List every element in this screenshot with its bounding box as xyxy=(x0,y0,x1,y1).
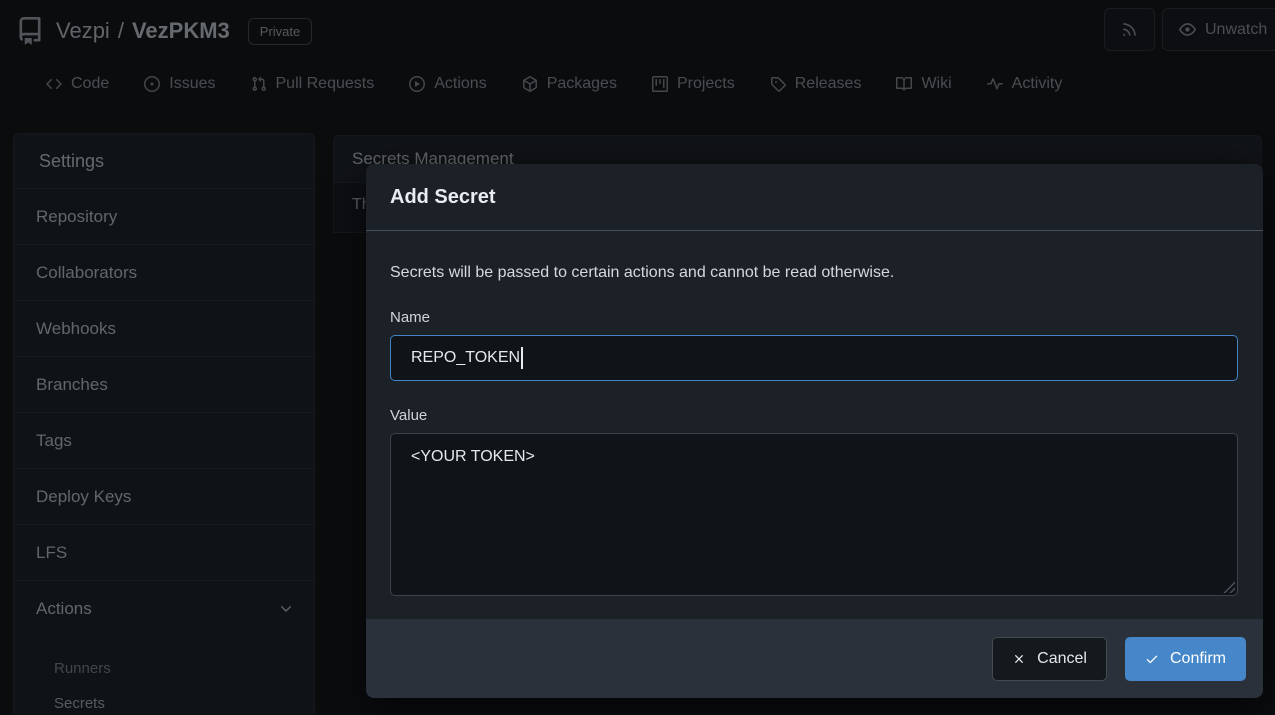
secret-value-textarea[interactable]: <YOUR TOKEN> xyxy=(390,433,1238,596)
secret-value-text: <YOUR TOKEN> xyxy=(411,448,535,465)
text-cursor xyxy=(521,347,523,369)
cancel-label: Cancel xyxy=(1037,650,1087,668)
check-icon xyxy=(1145,652,1159,666)
modal-description: Secrets will be passed to certain action… xyxy=(390,264,1238,282)
secret-name-input[interactable]: REPO_TOKEN xyxy=(390,335,1238,381)
modal-footer: Cancel Confirm xyxy=(366,619,1263,698)
add-secret-modal: Add Secret Secrets will be passed to cer… xyxy=(366,164,1263,698)
confirm-button[interactable]: Confirm xyxy=(1125,637,1246,681)
modal-title: Add Secret xyxy=(390,186,496,209)
name-label: Name xyxy=(390,309,1238,326)
resize-handle[interactable] xyxy=(1223,581,1235,593)
secret-name-value: REPO_TOKEN xyxy=(411,349,520,367)
modal-header: Add Secret xyxy=(366,164,1263,231)
modal-body: Secrets will be passed to certain action… xyxy=(366,231,1263,596)
cancel-button[interactable]: Cancel xyxy=(992,637,1107,681)
value-label: Value xyxy=(390,407,1238,424)
close-icon xyxy=(1012,652,1026,666)
confirm-label: Confirm xyxy=(1170,650,1226,668)
